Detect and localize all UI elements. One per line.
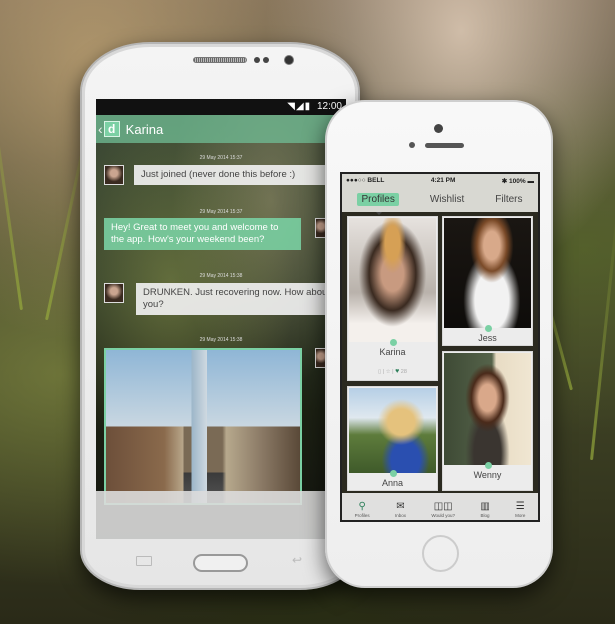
- battery-percent: 100%: [509, 177, 526, 185]
- message-icon[interactable]: ▯: [378, 369, 381, 375]
- tab-wishlist[interactable]: Wishlist: [430, 194, 464, 205]
- grass-blade: [590, 201, 615, 461]
- avatar[interactable]: [104, 165, 124, 185]
- profile-name: Karina: [379, 347, 406, 357]
- online-indicator: [389, 470, 397, 477]
- segment-tabs: Profiles Wishlist Filters: [342, 187, 538, 215]
- wifi-signal-battery-icon: ◥◢▮: [287, 101, 312, 112]
- tabbar-label: Would you?: [431, 513, 455, 518]
- profile-name: Jess: [478, 333, 497, 343]
- tab-filters[interactable]: Filters: [495, 194, 522, 205]
- tabbar-item-more[interactable]: ☰ More: [515, 501, 525, 518]
- message-timestamp: 29 May 2014 15:38: [199, 337, 243, 343]
- tabbar-label: Blog: [480, 513, 490, 518]
- bottom-tab-bar: ⚲ Profiles ✉ Inbox ◫◫ Would you? ▥ Blog …: [342, 493, 538, 520]
- profile-stats: ▯ | ☆ | ♥ 28: [378, 368, 407, 375]
- app-logo: d: [103, 121, 120, 137]
- profile-name: Anna: [381, 478, 404, 488]
- android-screen: ◥◢▮ 12:00 ‹ d Karina 29 May 2014 15:37 J…: [96, 99, 346, 539]
- android-status-bar: ◥◢▮ 12:00: [96, 99, 346, 115]
- tabbar-item-blog[interactable]: ▥ Blog: [480, 501, 489, 518]
- online-indicator: [484, 325, 492, 332]
- tab-profiles[interactable]: Profiles: [357, 193, 399, 206]
- promo-scene: ◥◢▮ 12:00 ‹ d Karina 29 May 2014 15:37 J…: [0, 0, 615, 624]
- android-phone: ◥◢▮ 12:00 ‹ d Karina 29 May 2014 15:37 J…: [80, 42, 360, 590]
- sensor-dot: [254, 57, 260, 63]
- earpiece-speaker: [193, 57, 247, 63]
- iphone: ●●●○○ BELL 4:21 PM ✱ 100% ▬ Profiles Wis…: [325, 100, 553, 588]
- battery-label: ✱ 100% ▬: [502, 177, 534, 185]
- message-bubble-incoming: DRUNKEN. Just recovering now. How about …: [136, 283, 346, 315]
- online-indicator: [484, 462, 492, 469]
- ios-status-bar: ●●●○○ BELL 4:21 PM ✱ 100% ▬: [342, 174, 538, 187]
- menu-key-icon[interactable]: [136, 556, 152, 566]
- book-icon: ▥: [480, 501, 490, 512]
- front-camera: [284, 55, 294, 65]
- chat-view: ‹ d Karina 29 May 2014 15:37 Just joined…: [96, 115, 346, 539]
- message-timestamp: 29 May 2014 15:37: [199, 209, 243, 215]
- image-message[interactable]: [104, 348, 302, 505]
- home-button[interactable]: [422, 535, 459, 572]
- carrier-label: ●●●○○ BELL: [346, 177, 385, 184]
- message-timestamp: 29 May 2014 15:38: [199, 273, 243, 279]
- chat-header: ‹ d Karina: [96, 115, 346, 143]
- message-bubble-outgoing: Hey! Great to meet you and welcome to th…: [104, 218, 301, 250]
- tabbar-label: Profiles: [354, 513, 370, 518]
- battery-icon: ▬: [527, 177, 534, 185]
- back-key-icon[interactable]: ↩: [292, 553, 302, 567]
- profile-card[interactable]: Jess: [442, 216, 533, 346]
- tabbar-label: Inbox: [394, 513, 406, 518]
- earpiece-speaker: [425, 143, 464, 148]
- front-camera: [434, 124, 443, 133]
- sensor-dot: [409, 142, 415, 148]
- sensor-dot: [263, 57, 269, 63]
- map-pin-icon: ⚲: [358, 501, 366, 512]
- cards-icon: ◫◫: [433, 501, 453, 512]
- chevron-left-icon[interactable]: ‹: [98, 121, 103, 137]
- profile-photo: [444, 218, 531, 328]
- star-icon[interactable]: ☆: [386, 369, 391, 375]
- tabbar-label: More: [515, 513, 526, 518]
- like-count: 28: [400, 369, 407, 375]
- tabbar-item-would-you[interactable]: ◫◫ Would you?: [431, 501, 455, 518]
- contact-name: Karina: [125, 121, 164, 137]
- grass-blade: [0, 12, 23, 311]
- profile-photo: [444, 353, 531, 465]
- status-time: 4:21 PM: [430, 177, 456, 184]
- profile-name: Wenny: [473, 470, 502, 480]
- bluetooth-icon: ✱: [501, 177, 510, 185]
- home-button[interactable]: [193, 554, 248, 572]
- profile-photo: [349, 218, 436, 342]
- profile-card[interactable]: Anna: [347, 386, 438, 491]
- heart-icon[interactable]: ♥: [395, 368, 399, 375]
- message-timestamp: 29 May 2014 15:37: [199, 155, 243, 161]
- profile-card[interactable]: Wenny: [442, 351, 533, 491]
- inbox-icon: ✉: [396, 501, 405, 512]
- iphone-screen: ●●●○○ BELL 4:21 PM ✱ 100% ▬ Profiles Wis…: [340, 172, 540, 522]
- avatar[interactable]: [104, 283, 124, 303]
- menu-icon: ☰: [515, 501, 525, 512]
- online-indicator: [389, 339, 397, 346]
- tabbar-item-profiles[interactable]: ⚲ Profiles: [355, 501, 370, 518]
- message-input-area[interactable]: [96, 491, 346, 539]
- tabbar-item-inbox[interactable]: ✉ Inbox: [395, 501, 406, 518]
- profile-card[interactable]: Karina ▯ | ☆ | ♥ 28: [347, 216, 438, 381]
- profile-photo: [349, 388, 436, 473]
- message-bubble-incoming: Just joined (never done this before :): [134, 165, 346, 185]
- active-tab-caret: [376, 212, 382, 215]
